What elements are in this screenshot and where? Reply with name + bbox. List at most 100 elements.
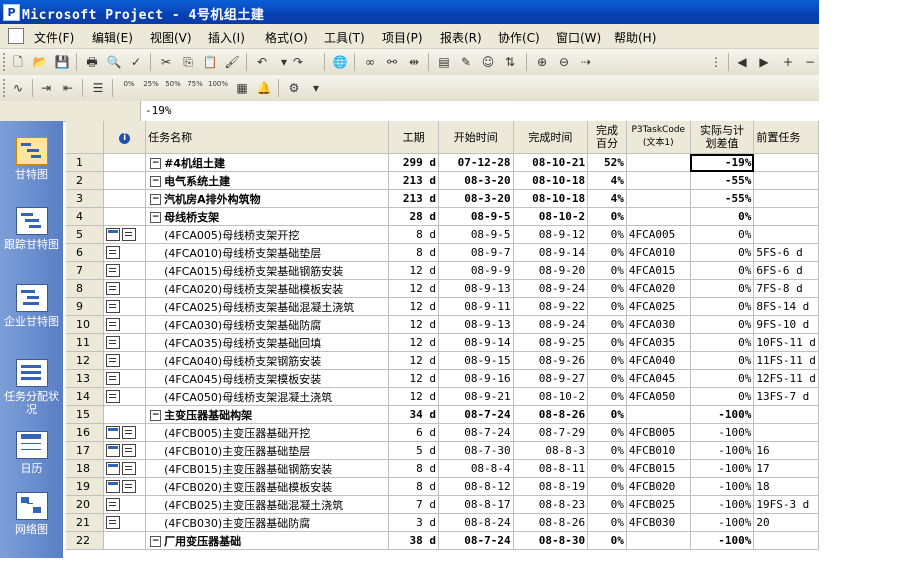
split-task-icon[interactable]: ⇹ [406,54,422,70]
menu-insert[interactable]: 插入(I) [208,29,245,46]
toolbar-options-icon-2[interactable]: ▾ [308,80,324,96]
table-row[interactable]: 6 (4FCA010)母线桥支架基础垫层 8 d 08-9-7 08-9-14 0% 4FC… [66,243,819,262]
finish-cell[interactable]: 08-8-26 [513,513,589,532]
predecessors-cell[interactable]: 19FS-3 d [753,495,819,514]
predecessors-cell[interactable] [753,423,819,442]
duration-cell[interactable]: 3 d [388,513,439,532]
variance-cell[interactable]: -100% [690,477,755,496]
variance-cell[interactable]: 0% [690,243,755,262]
variance-cell[interactable]: 0% [690,207,755,226]
row-id[interactable]: 6 [66,243,105,262]
collapse-toggle-icon[interactable]: − [150,158,162,169]
finish-cell[interactable]: 08-8-30 [513,531,589,550]
row-id[interactable]: 21 [66,513,105,532]
select-all-cell[interactable] [66,121,105,154]
finish-cell[interactable]: 08-9-22 [513,297,589,316]
assign-resources-icon[interactable]: ☺ [480,54,496,70]
entry-field[interactable]: -19% [145,104,172,117]
predecessors-cell[interactable] [753,153,819,172]
p3-task-code-cell[interactable]: 4FCA040 [626,351,691,370]
task-name-cell[interactable]: − 主变压器基础构架 [145,405,390,424]
row-id[interactable]: 1 [66,153,105,172]
predecessors-cell[interactable]: 12FS-11 d [753,369,819,388]
publish-icon[interactable]: ⇅ [502,54,518,70]
start-cell[interactable]: 08-3-20 [438,189,514,208]
percent-complete-cell[interactable]: 0% [587,405,627,424]
save-icon[interactable]: 💾 [54,54,70,70]
col-predecessors[interactable]: 前置任务 [753,121,819,154]
project-statistics-icon[interactable]: ∿ [10,80,26,96]
start-cell[interactable]: 08-9-15 [438,351,514,370]
open-icon[interactable]: 📂 [32,54,48,70]
predecessors-cell[interactable]: 8FS-14 d [753,297,819,316]
percent-0-icon[interactable]: 0% [120,79,138,97]
finish-cell[interactable]: 08-9-25 [513,333,589,352]
predecessors-cell[interactable] [753,225,819,244]
menu-edit[interactable]: 编辑(E) [92,29,133,46]
p3-task-code-cell[interactable]: 4FCA030 [626,315,691,334]
percent-complete-cell[interactable]: 0% [587,459,627,478]
collapse-toggle-icon[interactable]: − [150,410,162,421]
predecessors-cell[interactable] [753,171,819,190]
variance-cell[interactable]: -100% [690,495,755,514]
toolbar-options-icon[interactable]: ⋮ [708,54,724,70]
variance-cell[interactable]: -55% [690,171,755,190]
p3-task-code-cell[interactable] [626,531,691,550]
start-cell[interactable]: 08-9-13 [438,315,514,334]
redo-icon[interactable]: ↷ [290,54,306,70]
table-row[interactable]: 5 (4FCA005)母线桥支架开挖 8 d 08-9-5 08-9-12 0% 4FCA0… [66,225,819,244]
task-information-icon[interactable]: ▤ [436,54,452,70]
finish-cell[interactable]: 08-8-11 [513,459,589,478]
finish-cell[interactable]: 08-9-12 [513,225,589,244]
finish-cell[interactable]: 08-10-18 [513,171,589,190]
percent-25-icon[interactable]: 25% [142,79,160,97]
view-enterprise-gantt[interactable]: 企业甘特图 [0,278,63,338]
predecessors-cell[interactable] [753,405,819,424]
view-task-usage[interactable]: 任务分配状况 [0,353,63,416]
variance-cell[interactable]: -100% [690,405,755,424]
predecessors-cell[interactable]: 10FS-11 d [753,333,819,352]
variance-cell[interactable]: 0% [690,387,755,406]
collapse-toggle-icon[interactable]: − [150,194,162,205]
percent-100-icon[interactable]: 100% [208,79,228,97]
duration-cell[interactable]: 12 d [388,387,439,406]
percent-complete-cell[interactable]: 0% [587,207,627,226]
finish-cell[interactable]: 08-10-18 [513,189,589,208]
menu-help[interactable]: 帮助(H) [614,29,656,46]
predecessors-cell[interactable] [753,207,819,226]
predecessors-cell[interactable]: 16 [753,441,819,460]
view-calendar[interactable]: 日历 [0,425,63,485]
predecessors-cell[interactable]: 6FS-6 d [753,261,819,280]
finish-cell[interactable]: 08-9-14 [513,243,589,262]
p3-task-code-cell[interactable] [626,153,691,172]
p3-task-code-cell[interactable] [626,207,691,226]
variance-cell[interactable]: 0% [690,369,755,388]
p3-task-code-cell[interactable]: 4FCB005 [626,423,691,442]
start-cell[interactable]: 08-7-24 [438,531,514,550]
task-note-icon[interactable] [106,372,121,386]
project-app-icon[interactable]: P [3,4,20,21]
p3-task-code-cell[interactable]: 4FCA010 [626,243,691,262]
toolbar-grip-2[interactable] [3,79,8,97]
start-cell[interactable]: 08-9-7 [438,243,514,262]
task-note-icon[interactable] [122,462,137,476]
start-cell[interactable]: 08-9-9 [438,261,514,280]
variance-cell[interactable]: 0% [690,297,755,316]
task-name-cell[interactable]: (4FCB025)主变压器基础混凝土浇筑 [145,495,390,514]
duration-cell[interactable]: 213 d [388,189,439,208]
percent-complete-cell[interactable]: 0% [587,387,627,406]
p3-task-code-cell[interactable]: 4FCA035 [626,333,691,352]
duration-cell[interactable]: 38 d [388,531,439,550]
copy-icon[interactable]: ⎘ [180,54,196,70]
collapse-toggle-icon[interactable]: − [150,176,162,187]
table-row[interactable]: 2− 电气系统土建 213 d 08-3-20 08-10-18 4% -55% [66,171,819,190]
variance-cell[interactable]: 0% [690,333,755,352]
task-note-icon[interactable] [106,300,121,314]
finish-cell[interactable]: 08-8-26 [513,405,589,424]
p3-task-code-cell[interactable]: 4FCB020 [626,477,691,496]
variance-cell[interactable]: 0% [690,351,755,370]
p3-task-code-cell[interactable]: 4FCB025 [626,495,691,514]
task-name-cell[interactable]: − #4机组土建 [145,153,390,172]
task-note-icon[interactable] [122,480,137,494]
task-name-cell[interactable]: (4FCA010)母线桥支架基础垫层 [145,243,390,262]
